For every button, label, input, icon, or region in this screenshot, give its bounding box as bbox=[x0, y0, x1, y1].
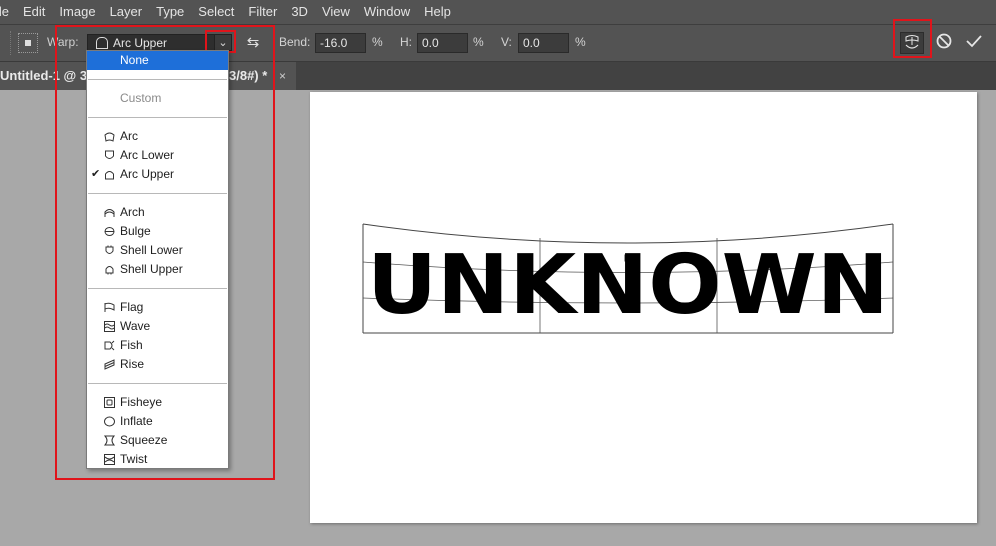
warped-text: UNKNOWN bbox=[367, 238, 889, 333]
highlight-box-dropdown-list bbox=[55, 25, 275, 480]
